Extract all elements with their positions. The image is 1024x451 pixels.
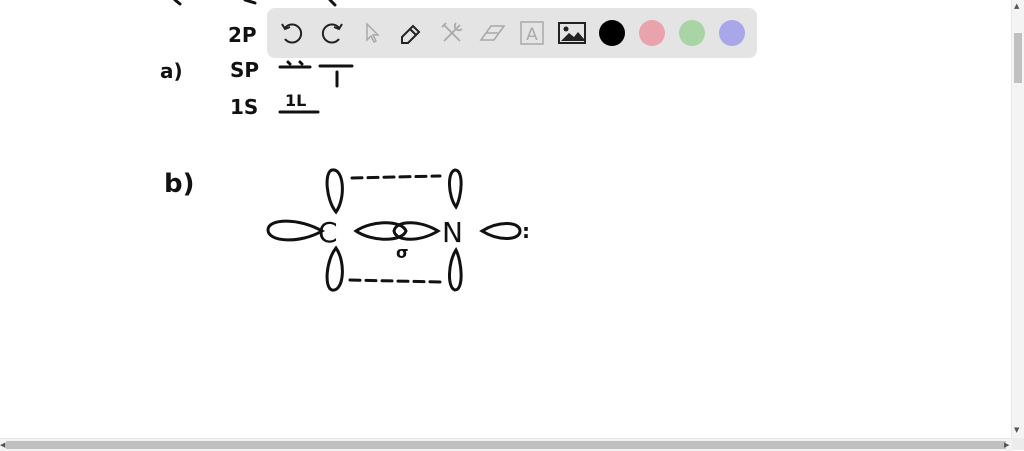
electron-pair-1s: 1L bbox=[285, 91, 306, 110]
text-tool[interactable]: A bbox=[517, 18, 547, 48]
image-icon bbox=[558, 22, 586, 44]
undo-icon bbox=[281, 23, 303, 44]
undo-button[interactable] bbox=[277, 18, 307, 48]
scroll-down-icon[interactable]: ▼ bbox=[1014, 424, 1019, 436]
redo-button[interactable] bbox=[317, 18, 347, 48]
color-black[interactable] bbox=[599, 20, 625, 46]
orbital-2p-label: 2P bbox=[228, 23, 257, 47]
scroll-right-icon[interactable]: ▶ bbox=[1004, 439, 1009, 451]
tools-button[interactable] bbox=[437, 18, 467, 48]
whiteboard-canvas[interactable]: a) 2P SP 1S 1L b) C N σ : bbox=[0, 0, 1012, 438]
vertical-scrollbar[interactable]: ▲ ▼ bbox=[1011, 0, 1024, 438]
part-b-label: b) bbox=[164, 169, 195, 199]
drawing-toolbar: A bbox=[267, 8, 757, 58]
lone-pair: : bbox=[522, 219, 530, 243]
color-purple[interactable] bbox=[719, 20, 745, 46]
vertical-scroll-thumb[interactable] bbox=[1014, 33, 1022, 83]
redo-icon bbox=[321, 23, 343, 44]
pointer-icon bbox=[366, 22, 380, 44]
atom-carbon: C bbox=[318, 216, 338, 249]
color-green[interactable] bbox=[679, 20, 705, 46]
sigma-label: σ bbox=[396, 243, 408, 262]
eraser-tool[interactable] bbox=[477, 18, 507, 48]
orbital-sp-label: SP bbox=[230, 58, 259, 82]
orbital-1s-label: 1S bbox=[230, 95, 258, 119]
color-pink[interactable] bbox=[639, 20, 665, 46]
eraser-icon bbox=[479, 25, 506, 41]
atom-nitrogen: N bbox=[442, 216, 463, 249]
scroll-up-icon[interactable]: ▲ bbox=[1014, 0, 1019, 12]
pencil-icon bbox=[401, 24, 421, 44]
tools-icon bbox=[441, 22, 463, 42]
part-a-label: a) bbox=[160, 59, 183, 83]
scrollbar-corner bbox=[1012, 438, 1024, 450]
horizontal-scroll-thumb[interactable] bbox=[6, 441, 1006, 449]
pencil-tool[interactable] bbox=[396, 18, 426, 48]
image-tool[interactable] bbox=[557, 18, 587, 48]
pointer-tool[interactable] bbox=[357, 18, 387, 48]
text-icon: A bbox=[520, 21, 544, 45]
text-tool-glyph: A bbox=[526, 25, 538, 45]
scroll-left-icon[interactable]: ◀ bbox=[0, 439, 5, 451]
horizontal-scrollbar[interactable]: ◀ ▶ bbox=[0, 438, 1012, 451]
